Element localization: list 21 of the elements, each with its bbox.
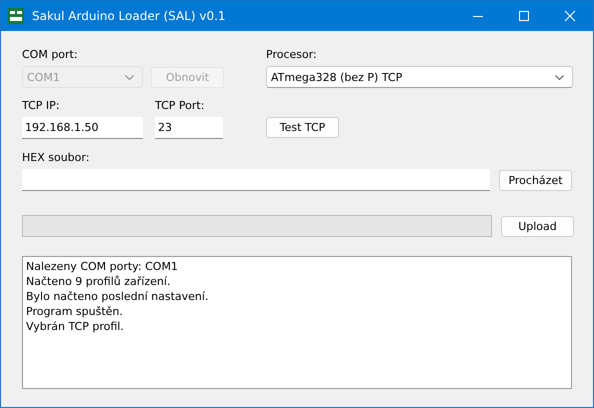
hex-file-field[interactable] xyxy=(22,169,490,191)
chevron-icon xyxy=(125,74,134,80)
log-line: Bylo načteno poslední nastavení. xyxy=(26,289,210,304)
window-title: Sakul Arduino Loader (SAL) v0.1 xyxy=(32,9,227,23)
chevron-icon xyxy=(555,74,564,80)
processor-label: Procesor: xyxy=(266,47,318,63)
com-port-label: COM port: xyxy=(22,47,79,63)
hex-file-label: HEX soubor: xyxy=(22,150,90,166)
log-line: Načteno 9 profilů zařízení. xyxy=(26,274,172,289)
test-tcp-button[interactable]: Test TCP xyxy=(266,117,339,138)
log-line: Vybrán TCP profil. xyxy=(26,319,125,334)
log-line: Nalezeny COM porty: COM1 xyxy=(26,259,179,274)
tcp-port-label: TCP Port: xyxy=(155,98,206,114)
processor-dropdown[interactable]: ATmega328 (bez P) TCP xyxy=(266,66,573,88)
browse-button[interactable]: Procházet xyxy=(499,170,572,190)
log-line: Program spuštěn. xyxy=(26,304,124,319)
tcp-ip-label: TCP IP: xyxy=(22,98,60,114)
tcp-port-field[interactable]: 23 xyxy=(155,117,223,139)
tcp-ip-field[interactable]: 192.168.1.50 xyxy=(22,117,143,139)
upload-button[interactable]: Upload xyxy=(501,216,574,236)
app-icon xyxy=(8,8,24,24)
